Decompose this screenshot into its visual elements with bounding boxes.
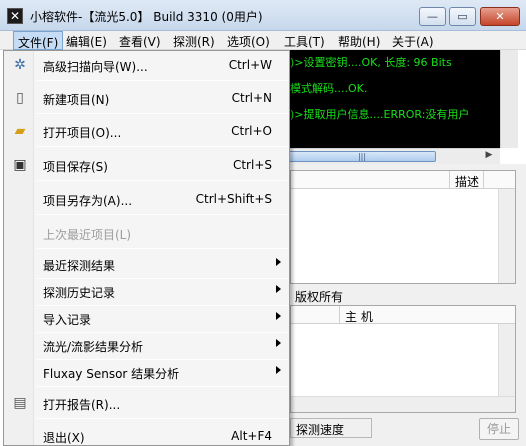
menu-about[interactable]: 关于(A) [392,33,434,50]
submenu-arrow-icon [276,366,281,374]
menu-separator [37,80,287,81]
menu-separator [37,305,287,306]
menu-item-new-project[interactable]: ▯ 新建项目(N) Ctrl+N [4,87,289,109]
window-title: 小榕软件-【流光5.0】 Build 3310 (0用户) [30,10,263,24]
menu-item-shortcut: Ctrl+O [231,124,272,138]
column-header-description[interactable]: 描述 [449,171,484,189]
host-list[interactable]: 主 机 [290,305,516,413]
menu-item-label: 最近探测结果 [43,259,116,273]
maximize-button[interactable]: ▭ [449,7,476,26]
menu-bar: 文件(F) 编辑(E) 查看(V) 探测(R) 选项(O) 工具(T) 帮助(H… [0,31,526,50]
menu-tools[interactable]: 工具(T) [284,33,325,50]
host-list-horizontal-scrollbar[interactable] [291,396,515,412]
menu-item-import-records[interactable]: 导入记录 [4,307,289,329]
menu-item-label: 导入记录 [43,313,92,327]
menu-item-label: Fluxay Sensor 结果分析 [43,367,180,381]
menu-separator [37,248,287,249]
report-icon: ▤ [13,395,27,411]
menu-separator [37,359,287,360]
host-list-header: 主 机 [291,306,515,324]
menu-item-open-report[interactable]: ▤ 打开报告(R)... [4,392,289,414]
app-logo-icon: ✕ [7,8,23,24]
menu-item-last-project: 上次最近项目(L) [4,222,289,244]
menu-separator [37,113,287,114]
host-list-vertical-scrollbar[interactable] [498,324,515,396]
menu-help[interactable]: 帮助(H) [338,33,380,50]
menu-separator [37,214,287,215]
console-vertical-scrollbar[interactable] [500,50,518,148]
scroll-thumb[interactable]: ||| [288,151,436,162]
file-menu-dropdown: ✲ 高级扫描向导(W)... Ctrl+W ▯ 新建项目(N) Ctrl+N ▰… [3,50,290,446]
menu-view[interactable]: 查看(V) [119,33,161,50]
open-folder-icon: ▰ [14,123,26,139]
copyright-label: 版权所有 [295,290,344,304]
console-horizontal-scrollbar[interactable]: ||| ▶ [288,148,500,164]
menu-separator [37,180,287,181]
menu-item-exit[interactable]: 退出(X) Alt+F4 [4,425,289,446]
menu-item-shortcut: Ctrl+N [231,91,272,105]
menu-item-label: 上次最近项目(L) [43,228,132,242]
menu-separator [37,386,287,387]
menu-item-label: 项目保存(S) [43,160,108,174]
submenu-arrow-icon [276,258,281,266]
wizard-icon: ✲ [14,57,26,73]
menu-item-label: 高级扫描向导(W)... [43,60,148,74]
menu-item-label: 探测历史记录 [43,286,116,300]
menu-separator [37,418,287,419]
menu-item-open-project[interactable]: ▰ 打开项目(O)... Ctrl+O [4,120,289,142]
results-list-scrollbar[interactable] [498,189,515,283]
console-line: )>设置密钥....OK, 长度: 96 Bits [290,56,452,69]
menu-separator [37,146,287,147]
submenu-arrow-icon [276,339,281,347]
menu-item-probe-history[interactable]: 探测历史记录 [4,280,289,302]
submenu-arrow-icon [276,312,281,320]
new-document-icon: ▯ [16,90,24,106]
console-output: )>设置密钥....OK, 长度: 96 Bits 模式解码....OK. )>… [288,50,500,148]
menu-item-label: 打开报告(R)... [43,398,121,412]
menu-separator [37,332,287,333]
console-line: 模式解码....OK. [290,82,368,95]
title-bar: ✕ 小榕软件-【流光5.0】 Build 3310 (0用户) — ▭ ✕ [0,0,526,31]
menu-separator [37,278,287,279]
minimize-button[interactable]: — [419,7,446,26]
menu-file[interactable]: 文件(F) [13,31,64,50]
probe-speed-label: 探测速度 [290,418,372,438]
menu-item-recent-results[interactable]: 最近探测结果 [4,253,289,275]
save-disk-icon: ▣ [13,157,27,173]
results-list-header: 描述 [291,171,515,189]
menu-item-shortcut: Ctrl+Shift+S [195,192,272,206]
menu-probe[interactable]: 探测(R) [173,33,215,50]
menu-item-label: 新建项目(N) [43,93,110,107]
menu-item-shortcut: Ctrl+S [232,158,272,172]
stop-button[interactable]: 停止 [479,418,519,440]
column-header-host[interactable]: 主 机 [339,306,499,324]
menu-item-label: 退出(X) [43,431,85,445]
results-list[interactable]: 描述 [290,170,516,284]
menu-item-label: 打开项目(O)... [43,126,122,140]
menu-item-sensor-analysis[interactable]: Fluxay Sensor 结果分析 [4,361,289,383]
submenu-arrow-icon [276,285,281,293]
menu-item-save-project[interactable]: ▣ 项目保存(S) Ctrl+S [4,154,289,176]
menu-options[interactable]: 选项(O) [227,33,270,50]
menu-item-save-as[interactable]: 项目另存为(A)... Ctrl+Shift+S [4,188,289,210]
menu-item-shortcut: Alt+F4 [231,429,272,443]
close-button[interactable]: ✕ [480,7,520,26]
menu-item-label: 流光/流影结果分析 [43,340,144,354]
menu-item-result-analysis[interactable]: 流光/流影结果分析 [4,334,289,356]
menu-item-scan-wizard[interactable]: ✲ 高级扫描向导(W)... Ctrl+W [4,54,289,76]
console-line: )>提取用户信息....ERROR:没有用户 [290,108,470,121]
menu-icon-column [4,51,34,445]
menu-item-shortcut: Ctrl+W [228,58,272,72]
menu-edit[interactable]: 编辑(E) [66,33,107,50]
scroll-right-arrow-icon[interactable]: ▶ [481,150,497,163]
menu-item-label: 项目另存为(A)... [43,194,133,208]
